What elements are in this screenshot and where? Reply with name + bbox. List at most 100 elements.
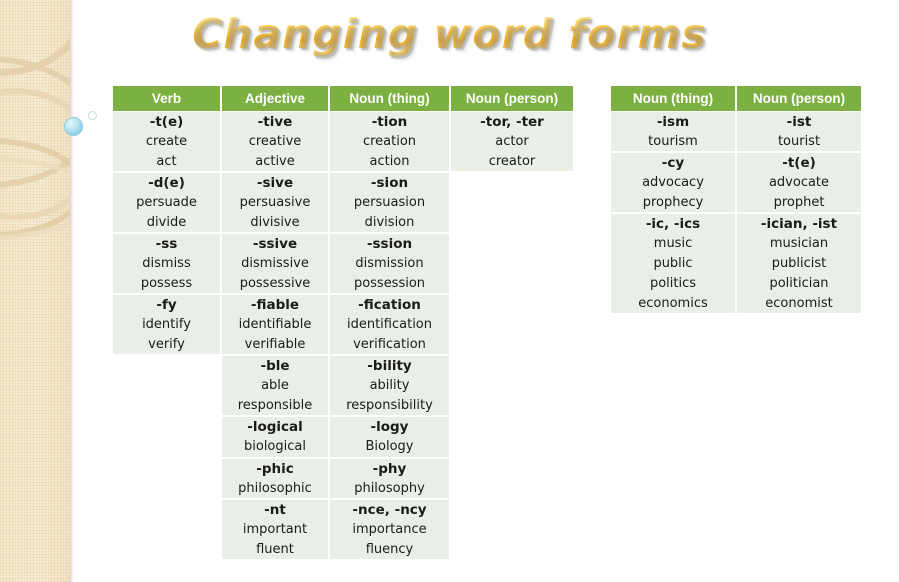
suffix-group: -tive creative active [222,111,328,172]
empty-cell [113,354,220,374]
suffix-group: -ician, -ist musician publicist politician e… [737,212,861,313]
example-word: politician [769,275,829,291]
suffix-label: -fiable [250,297,300,314]
example-word: actor [495,134,529,150]
suffix-group: -tor, -ter actor creator [451,111,573,172]
example-word: importance [352,522,427,538]
empty-group [113,453,220,492]
empty-cell [451,525,573,545]
suffix-label: -sion [370,174,409,191]
example-word: prophecy [642,195,704,211]
word-forms-table-right: Noun (thing) -ism tourism -cy advocacy prophe… [611,86,861,313]
suffix-label: -ble [260,358,290,375]
suffix-group: -nce, -ncy importance fluency [330,498,449,560]
empty-group [451,486,573,545]
table-column-adjective: Adjective -tive creative active -sive persuas… [220,86,328,560]
example-word: musician [769,236,829,252]
empty-cell [113,472,220,492]
empty-cell [451,230,573,250]
example-word: economist [765,295,833,311]
example-word: identification [346,317,432,333]
example-word: creative [248,134,302,150]
empty-cell [113,394,220,414]
empty-group [451,171,573,230]
empty-cell [451,270,573,290]
suffix-group: -ist tourist [737,111,861,152]
empty-cell [451,368,573,388]
suffix-group: -fiable identifiable verifiable [222,293,328,355]
suffix-group: -ssion dismission possession [330,232,449,294]
example-word: dismission [355,256,424,272]
empty-group [113,413,220,452]
band-shadow [70,0,74,582]
example-word: dismiss [142,256,191,272]
empty-group [451,289,573,348]
column-body: -t(e) create act -d(e) persuade divide -ss dism… [113,111,220,551]
table-column-noun-thing: Noun (thing) -ism tourism -cy advocacy prophe… [611,86,735,313]
example-word: identifiable [238,317,312,333]
page-title: Changing word forms [0,10,899,58]
decorative-arc [0,156,70,240]
suffix-label: -ist [786,113,812,130]
empty-cell [113,512,220,532]
empty-cell [451,309,573,329]
example-word: able [261,378,289,394]
example-word: public [653,256,693,272]
empty-cell [451,250,573,270]
table-column-verb: Verb -t(e) create act -d(e) persuade divide -ss… [113,86,220,559]
example-word: divide [146,214,187,230]
column-header-verb: Verb [113,86,220,111]
example-word: possess [140,275,193,291]
suffix-group: -fication identification verification [330,293,449,355]
suffix-group: -tion creation action [330,111,449,172]
suffix-label: -ician, -ist [760,216,838,233]
example-word: politics [649,275,697,291]
example-word: biological [244,439,306,455]
empty-group [451,230,573,289]
example-word: fluent [256,541,294,557]
suffix-group: -ic, -ics music public politics economics [611,212,735,313]
empty-cell [451,348,573,368]
empty-group [451,447,573,486]
example-word: persuade [136,195,197,211]
suffix-group: -phic philosophic [222,456,328,499]
suffix-group: -d(e) persuade divide [113,171,220,233]
suffix-label: -tion [371,113,408,130]
suffix-group: -phy philosophy [330,456,449,499]
suffix-group: -fy identify verify [113,293,220,355]
suffix-label: -fy [156,297,177,314]
empty-cell [451,388,573,408]
example-word: Biology [365,439,414,455]
example-word: active [255,153,295,169]
empty-cell [451,447,573,467]
example-word: creation [362,134,417,150]
example-word: ability [369,378,410,394]
empty-group [113,354,220,413]
suffix-group: -ss dismiss possess [113,232,220,294]
empty-cell [451,329,573,349]
example-word: tourist [777,134,821,150]
empty-cell [113,413,220,433]
suffix-group: -sion persuasion division [330,171,449,233]
suffix-label: -nce, -ncy [352,501,427,518]
empty-cell [451,289,573,309]
suffix-group: -nt important fluent [222,498,328,560]
slide-canvas: Changing word forms Verb -t(e) create act -d… [0,0,899,582]
suffix-group: -ism tourism [611,111,735,152]
empty-group [113,492,220,551]
suffix-group: -sive persuasive divisive [222,171,328,233]
example-word: persuasive [239,195,311,211]
empty-cell [451,210,573,230]
word-forms-table-left: Verb -t(e) create act -d(e) persuade divide -ss… [113,86,573,560]
empty-cell [113,492,220,512]
empty-group [451,407,573,446]
empty-cell [451,171,573,191]
example-word: economics [638,295,708,311]
example-word: publicist [771,256,827,272]
example-word: philosophy [354,480,425,496]
suffix-group: -logy Biology [330,415,449,457]
empty-group [451,348,573,407]
example-word: verify [148,336,185,352]
example-word: advocacy [642,175,704,191]
column-header-noun-person: Noun (person) [737,86,861,111]
